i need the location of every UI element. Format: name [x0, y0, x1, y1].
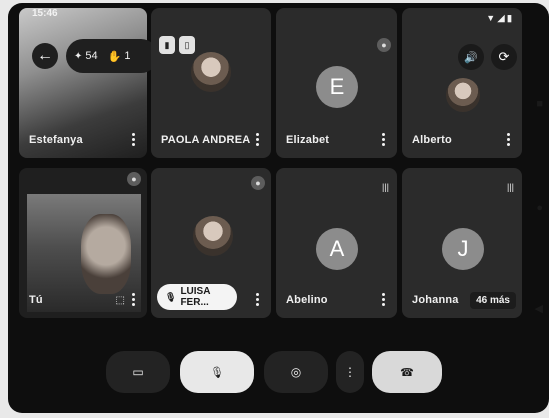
nav-back-icon[interactable]: ◀: [535, 302, 543, 315]
back-button[interactable]: ←: [32, 43, 58, 69]
more-options-icon[interactable]: [256, 293, 259, 306]
participant-name: Elizabet: [286, 134, 330, 146]
muted-mic-icon: ●: [251, 176, 265, 190]
participant-photo: [446, 78, 480, 112]
tile-elizabet[interactable]: ● E Elizabet: [276, 8, 397, 158]
switch-camera-icon: ⟳: [498, 49, 510, 64]
effects-button[interactable]: ◎: [264, 351, 328, 393]
participant-name: LUISA FER...: [180, 286, 211, 308]
more-controls-button[interactable]: ⋮: [336, 351, 364, 393]
back-arrow-icon: ←: [37, 47, 53, 64]
more-options-icon[interactable]: [382, 293, 385, 306]
mic-off-icon: 🎙: [210, 366, 224, 379]
phone-screen: Estefanya 15:46 ← ✦ 54 ✋ 1 ▮ ▯ PAOLA AND…: [8, 3, 549, 413]
more-icon: ⋮: [344, 365, 356, 379]
participant-icon: ●: [127, 172, 141, 186]
tile-estefanya[interactable]: Estefanya: [19, 8, 147, 158]
tile-johanna[interactable]: ||| J Johanna 46 más: [402, 168, 522, 318]
nav-recent-icon[interactable]: ■: [536, 98, 543, 110]
muted-mic-icon: ●: [377, 38, 391, 52]
more-participants-badge[interactable]: 46 más: [470, 292, 516, 309]
audio-wave-icon: |||: [381, 182, 389, 192]
camera-icon: ▭: [132, 365, 144, 379]
switch-camera-button[interactable]: ⟳: [491, 44, 517, 70]
participant-photo: [193, 216, 233, 256]
tile-paola-andrea[interactable]: ▮ ▯ PAOLA ANDREA: [151, 8, 271, 158]
mic-button[interactable]: 🎙: [180, 351, 254, 393]
letter-avatar: E: [316, 66, 358, 108]
audio-wave-icon: |||: [506, 182, 514, 192]
hangup-icon: ☎: [400, 366, 414, 379]
speaker-button[interactable]: 🔊: [458, 44, 484, 70]
hand-counter[interactable]: ✋ 1: [108, 50, 131, 63]
participant-name: Alberto: [412, 134, 452, 146]
participant-name: Estefanya: [29, 134, 83, 146]
participants-icon: ✦: [74, 50, 83, 62]
hand-count: 1: [124, 50, 131, 62]
tile-abelino[interactable]: ||| A Abelino: [276, 168, 397, 318]
status-right-icons: ▼ ◢ ▮: [486, 13, 512, 23]
name-pill: 🎙 LUISA FER...: [157, 284, 237, 310]
participant-name: Tú: [29, 294, 43, 306]
participant-photo: [191, 52, 231, 92]
letter-avatar: A: [316, 228, 358, 270]
mic-badge: ▮: [159, 36, 175, 54]
self-face: [81, 214, 131, 294]
camera-button[interactable]: ▭: [106, 351, 170, 393]
letter-avatar: J: [442, 228, 484, 270]
hangup-button[interactable]: ☎: [372, 351, 442, 393]
minimize-icon[interactable]: ⬚: [116, 295, 125, 306]
overlay-counters: ✦ 54 ✋ 1: [66, 39, 158, 73]
nav-home-icon[interactable]: ●: [536, 202, 543, 214]
speaker-icon: 🔊: [464, 51, 478, 64]
more-options-icon[interactable]: [256, 133, 259, 146]
status-time: 15:46: [32, 8, 58, 19]
raise-hand-icon: ✋: [107, 50, 122, 63]
tile-self[interactable]: ● Tú ⬚: [19, 168, 147, 318]
more-options-icon[interactable]: [132, 133, 135, 146]
raised-hands-count: 54: [85, 50, 98, 62]
more-options-icon[interactable]: [507, 133, 510, 146]
participant-name: Johanna: [412, 294, 459, 306]
tile-alberto[interactable]: ▼ ◢ ▮ 🔊 ⟳ Alberto: [402, 8, 522, 158]
participant-name: PAOLA ANDREA: [161, 134, 251, 146]
raised-hands-counter[interactable]: ✦ 54: [74, 50, 98, 62]
tile-luisa[interactable]: ● 🎙 LUISA FER...: [151, 168, 271, 318]
participant-name: Abelino: [286, 294, 328, 306]
more-options-icon[interactable]: [132, 293, 135, 306]
mic-icon: 🎙: [165, 291, 177, 302]
more-options-icon[interactable]: [382, 133, 385, 146]
effects-icon: ◎: [290, 365, 302, 379]
pin-badge: ▯: [179, 36, 195, 54]
